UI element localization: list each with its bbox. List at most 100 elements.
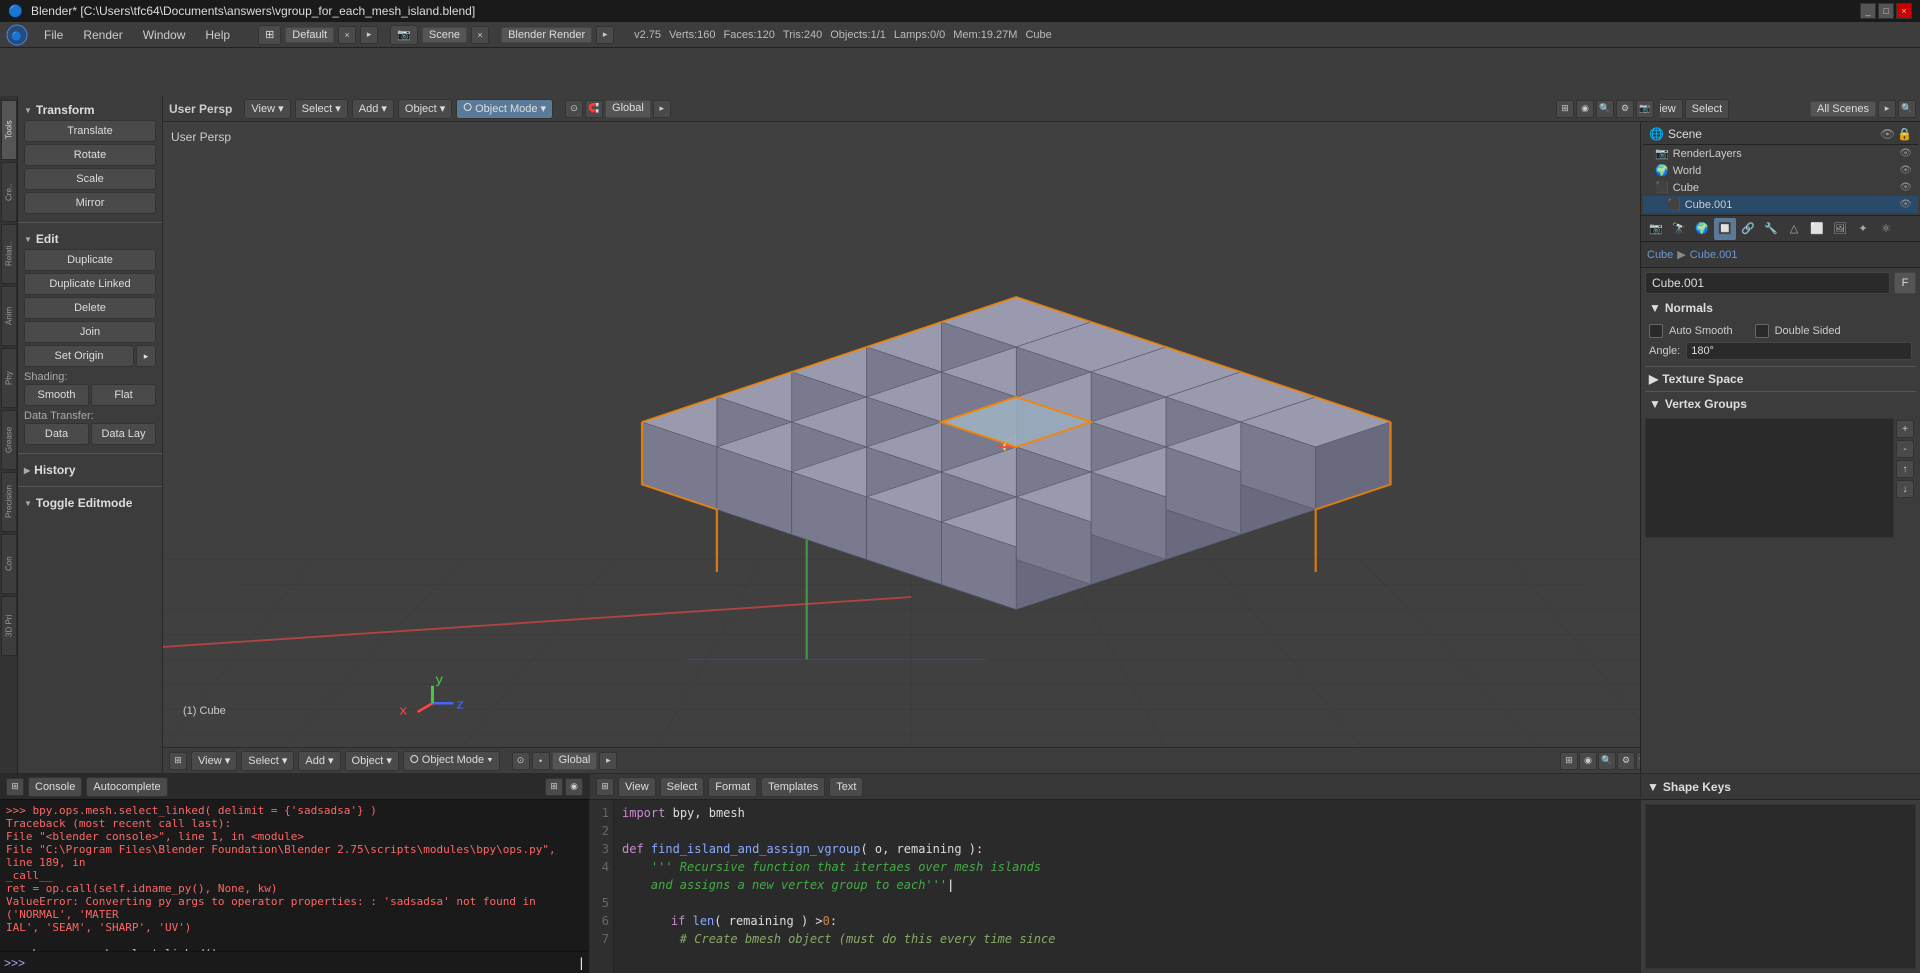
engine-selector[interactable]: Blender Render bbox=[501, 27, 592, 43]
vp-ri2[interactable]: ◉ bbox=[1579, 752, 1597, 770]
props-scene-icon[interactable]: 🔭 bbox=[1668, 218, 1690, 240]
rotate-button[interactable]: Rotate bbox=[24, 144, 156, 166]
viewport[interactable]: User Persp View ▾ Select ▾ Add ▾ Object … bbox=[163, 96, 1660, 773]
code-templates-btn[interactable]: Templates bbox=[761, 777, 825, 797]
data-lay-button[interactable]: Data Lay bbox=[91, 423, 156, 445]
props-world-icon[interactable]: 🌍 bbox=[1691, 218, 1713, 240]
flat-button[interactable]: Flat bbox=[91, 384, 156, 406]
close-button[interactable]: × bbox=[1896, 3, 1912, 19]
vp-select-btn[interactable]: Select ▾ bbox=[241, 751, 294, 771]
object-menu[interactable]: Object ▾ bbox=[398, 99, 452, 119]
pivot-btn[interactable]: ⊙ bbox=[565, 100, 583, 118]
vg-remove-btn[interactable]: - bbox=[1896, 440, 1914, 458]
all-scenes-selector[interactable]: All Scenes bbox=[1810, 101, 1876, 117]
scene-lock-icon[interactable]: 🔒 bbox=[1897, 127, 1912, 141]
rp-select-btn[interactable]: Select bbox=[1685, 99, 1730, 119]
select-menu[interactable]: Select ▾ bbox=[295, 99, 348, 119]
con-tab[interactable]: Con bbox=[1, 534, 17, 594]
rp-search[interactable]: 🔍 bbox=[1898, 100, 1916, 118]
console-editor-icon[interactable]: ⊞ bbox=[6, 778, 24, 796]
scale-button[interactable]: Scale bbox=[24, 168, 156, 190]
vp-editor-icon[interactable]: ⊞ bbox=[169, 752, 187, 770]
console-input-field[interactable] bbox=[29, 956, 574, 969]
scene-eye-icon[interactable]: 👁 bbox=[1880, 127, 1895, 141]
vp-ctrl2[interactable]: • bbox=[532, 752, 550, 770]
viewport-icon3[interactable]: 🔍 bbox=[1596, 100, 1614, 118]
set-origin-arrow[interactable]: ▸ bbox=[136, 345, 156, 367]
normals-section-header[interactable]: ▼ Normals bbox=[1645, 298, 1916, 318]
global-arrow[interactable]: ▸ bbox=[653, 100, 671, 118]
vp-view-btn[interactable]: View ▾ bbox=[191, 751, 237, 771]
breadcrumb-cube[interactable]: Cube bbox=[1647, 249, 1673, 261]
props-physics-icon[interactable]: ⚛ bbox=[1875, 218, 1897, 240]
cube-001-item[interactable]: ⬛ Cube.001 👁 bbox=[1643, 196, 1918, 213]
maximize-button[interactable]: □ bbox=[1878, 3, 1894, 19]
create-tab[interactable]: Cre.. bbox=[1, 162, 17, 222]
workspace-selector[interactable]: Default bbox=[285, 27, 334, 43]
console-ctrl1[interactable]: ⊞ bbox=[545, 778, 563, 796]
scene-close[interactable]: × bbox=[471, 26, 489, 44]
menu-window[interactable]: Window bbox=[135, 26, 194, 44]
vp-ri4[interactable]: ⚙ bbox=[1617, 752, 1635, 770]
viewport-icon1[interactable]: ⊞ bbox=[1556, 100, 1574, 118]
mirror-button[interactable]: Mirror bbox=[24, 192, 156, 214]
props-particle-icon[interactable]: ✦ bbox=[1852, 218, 1874, 240]
auto-smooth-checkbox[interactable] bbox=[1649, 324, 1663, 338]
console-ctrl2[interactable]: ◉ bbox=[565, 778, 583, 796]
code-text-btn[interactable]: Text bbox=[829, 777, 863, 797]
vg-move-up-btn[interactable]: ↑ bbox=[1896, 460, 1914, 478]
mode-selector[interactable]: ⭘ Object Mode ▾ bbox=[456, 99, 553, 119]
duplicate-linked-button[interactable]: Duplicate Linked bbox=[24, 273, 156, 295]
translate-button[interactable]: Translate bbox=[24, 120, 156, 142]
vp-ri1[interactable]: ⊞ bbox=[1560, 752, 1578, 770]
global-btn[interactable]: Global bbox=[605, 100, 651, 118]
props-constraints-icon[interactable]: 🔗 bbox=[1737, 218, 1759, 240]
texture-space-header[interactable]: ▶ Texture Space bbox=[1645, 369, 1916, 389]
render-layers-eye[interactable]: 👁 bbox=[1899, 148, 1912, 159]
history-header[interactable]: ▶ History bbox=[24, 460, 156, 480]
physics-tab[interactable]: Phy bbox=[1, 348, 17, 408]
console-label[interactable]: Console bbox=[28, 777, 82, 797]
vp-global-arrow2[interactable]: ▸ bbox=[599, 752, 617, 770]
vp-ri3[interactable]: 🔍 bbox=[1598, 752, 1616, 770]
world-eye[interactable]: 👁 bbox=[1899, 165, 1912, 176]
tools-tab[interactable]: Tools bbox=[1, 100, 17, 160]
animation-tab[interactable]: Anim bbox=[1, 286, 17, 346]
menu-help[interactable]: Help bbox=[197, 26, 238, 44]
object-name-input[interactable]: Cube.001 bbox=[1645, 272, 1890, 294]
editmode-header[interactable]: ▼ Toggle Editmode bbox=[24, 493, 156, 513]
world-item[interactable]: 🌍 World 👁 bbox=[1643, 162, 1918, 179]
join-button[interactable]: Join bbox=[24, 321, 156, 343]
data-button[interactable]: Data bbox=[24, 423, 89, 445]
transform-header[interactable]: ▼ Transform bbox=[24, 100, 156, 120]
vp-ctrl1[interactable]: ⊙ bbox=[512, 752, 530, 770]
vg-move-down-btn[interactable]: ↓ bbox=[1896, 480, 1914, 498]
vp-object-btn[interactable]: Object ▾ bbox=[345, 751, 399, 771]
viewport-icon2[interactable]: ◉ bbox=[1576, 100, 1594, 118]
workspace-menu[interactable]: ▸ bbox=[360, 26, 378, 44]
angle-field[interactable]: 180° bbox=[1686, 342, 1912, 360]
viewport-canvas[interactable]: z y x bbox=[163, 122, 1660, 747]
titlebar-controls[interactable]: _ □ × bbox=[1860, 3, 1912, 19]
double-sided-checkbox[interactable] bbox=[1755, 324, 1769, 338]
view-menu[interactable]: View ▾ bbox=[244, 99, 290, 119]
cube-item[interactable]: ⬛ Cube 👁 bbox=[1643, 179, 1918, 196]
props-material-icon[interactable]: ⬜ bbox=[1806, 218, 1828, 240]
relations-tab[interactable]: Relati.. bbox=[1, 224, 17, 284]
props-modifier-icon[interactable]: 🔧 bbox=[1760, 218, 1782, 240]
shape-keys-header[interactable]: ▼ Shape Keys bbox=[1641, 774, 1920, 800]
add-menu[interactable]: Add ▾ bbox=[352, 99, 394, 119]
object-f-button[interactable]: F bbox=[1894, 272, 1916, 294]
render-layers-item[interactable]: 📷 RenderLayers 👁 bbox=[1643, 145, 1918, 162]
all-scenes-arrow[interactable]: ▸ bbox=[1878, 100, 1896, 118]
autocomplete-btn[interactable]: Autocomplete bbox=[86, 777, 167, 797]
workspace-close[interactable]: × bbox=[338, 26, 356, 44]
scene-selector[interactable]: Scene bbox=[422, 27, 467, 43]
duplicate-button[interactable]: Duplicate bbox=[24, 249, 156, 271]
code-format-btn[interactable]: Format bbox=[708, 777, 757, 797]
vp-add-btn[interactable]: Add ▾ bbox=[298, 751, 340, 771]
precision-tab[interactable]: Precision bbox=[1, 472, 17, 532]
code-view-btn[interactable]: View bbox=[618, 777, 656, 797]
delete-button[interactable]: Delete bbox=[24, 297, 156, 319]
breadcrumb-cube-001[interactable]: Cube.001 bbox=[1690, 249, 1738, 261]
